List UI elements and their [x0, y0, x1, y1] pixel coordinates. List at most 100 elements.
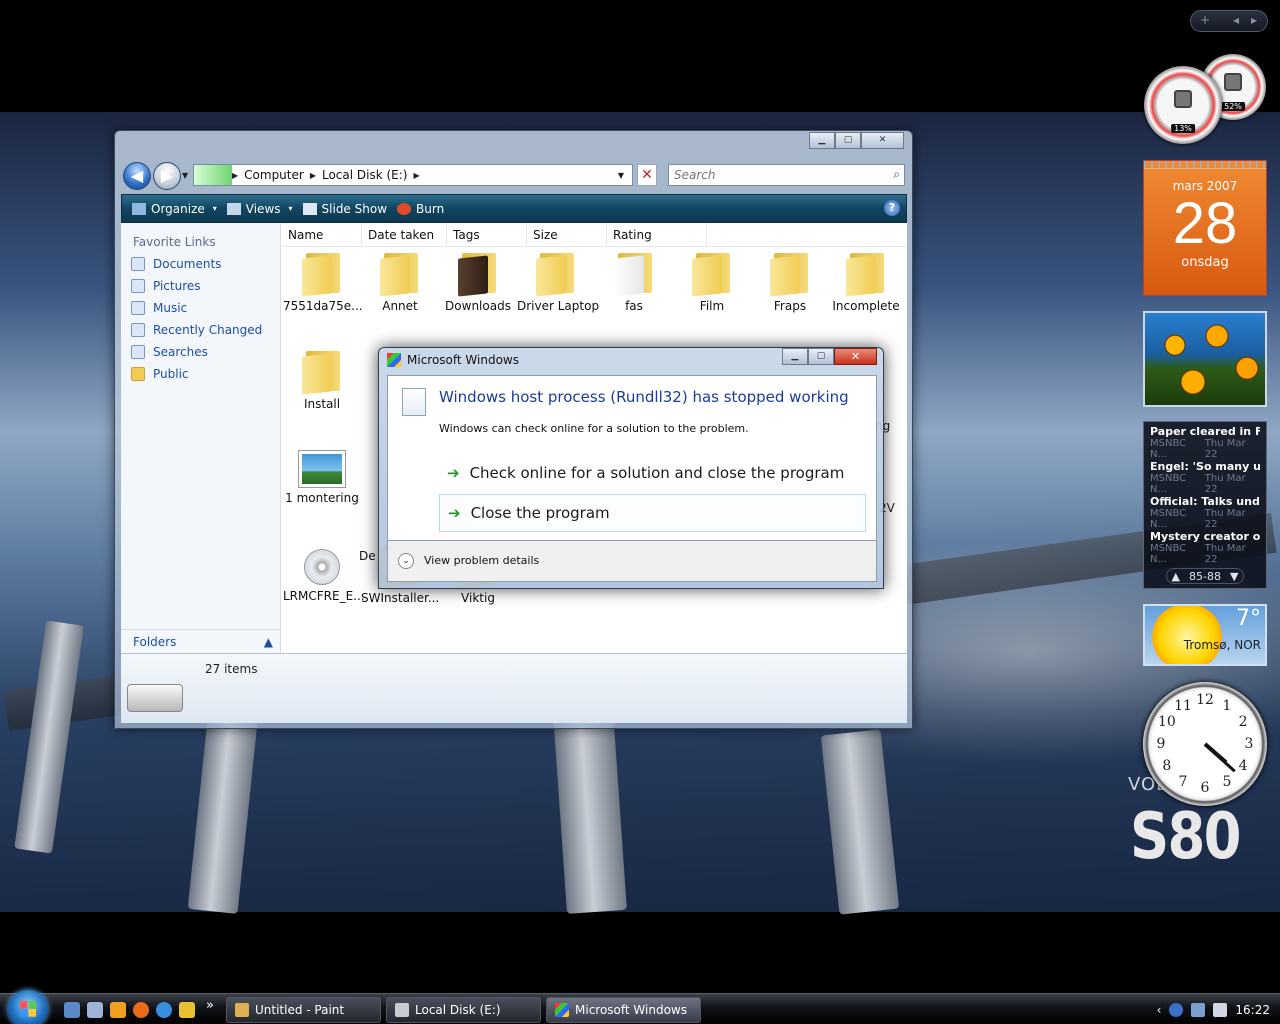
search-icon[interactable]: ⌕ — [893, 167, 900, 182]
breadcrumb-local-disk[interactable]: Local Disk (E:) — [316, 168, 414, 182]
firefox-icon[interactable] — [133, 1002, 149, 1018]
nav-link-label: Pictures — [153, 279, 201, 293]
nav-link-searches[interactable]: Searches — [121, 341, 280, 363]
organize-button[interactable]: Organize ▾ — [132, 202, 217, 216]
folder-icon — [614, 251, 654, 297]
nav-link-recently-changed[interactable]: Recently Changed — [121, 319, 280, 341]
start-button[interactable] — [8, 990, 48, 1024]
internet-explorer-icon[interactable] — [156, 1002, 172, 1018]
expand-chevron-icon[interactable]: ⌄ — [398, 553, 414, 569]
show-desktop-icon[interactable] — [64, 1002, 80, 1018]
minimize-button[interactable]: ▁ — [809, 132, 835, 149]
tray-clock[interactable]: 16:22 — [1235, 1003, 1270, 1017]
close-program-option[interactable]: ➔ Close the program — [439, 494, 866, 532]
hard-drive-icon — [127, 684, 183, 712]
folder-icon — [846, 251, 886, 297]
search-input[interactable] — [669, 165, 869, 185]
breadcrumb-separator-icon[interactable]: ▶ — [413, 171, 419, 180]
back-button[interactable]: ◀ — [123, 162, 151, 190]
news-down-button[interactable]: ▼ — [1230, 570, 1238, 583]
file-tile[interactable]: Install — [283, 349, 361, 411]
show-hidden-icons-icon[interactable]: ‹ — [1157, 1003, 1162, 1017]
views-button[interactable]: Views ▾ — [226, 202, 293, 216]
nav-link-music[interactable]: Music — [121, 297, 280, 319]
clock-number: 12 — [1196, 692, 1214, 708]
column-rating[interactable]: Rating — [607, 223, 707, 247]
nav-link-pictures[interactable]: Pictures — [121, 275, 280, 297]
file-tile[interactable]: Downloads — [439, 251, 517, 313]
folder-icon — [302, 251, 342, 297]
dialog-close-button[interactable]: ✕ — [834, 348, 877, 365]
calendar-gadget[interactable]: mars 2007 28 onsdag — [1143, 160, 1267, 296]
media-player-icon[interactable] — [110, 1002, 126, 1018]
dialog-body: Windows host process (Rundll32) has stop… — [387, 375, 877, 541]
organize-icon — [132, 202, 146, 215]
column-date-taken[interactable]: Date taken — [362, 223, 447, 247]
quicklaunch-more-icon[interactable]: » — [206, 998, 214, 1013]
maximize-button[interactable]: ▢ — [835, 132, 861, 149]
burn-label: Burn — [416, 201, 445, 216]
sidebar-controls: + ◂ ▸ — [1190, 10, 1268, 32]
sidebar-prev-button[interactable]: ◂ — [1233, 13, 1239, 27]
breadcrumb-computer[interactable]: Computer — [238, 168, 310, 182]
favorite-links-title: Favorite Links — [133, 235, 216, 249]
file-tile[interactable]: fas — [595, 251, 673, 313]
nav-link-public[interactable]: Public — [121, 363, 280, 385]
close-button[interactable]: ✕ — [861, 132, 904, 149]
burn-button[interactable]: Burn — [397, 202, 444, 216]
column-tags[interactable]: Tags — [447, 223, 527, 247]
folders-toggle[interactable]: Folders ▲ — [121, 629, 281, 653]
file-tile[interactable]: Film — [673, 251, 751, 313]
task-label: Microsoft Windows — [575, 1003, 687, 1017]
slide-show-button[interactable]: Slide Show — [302, 202, 387, 216]
news-item[interactable]: Paper cleared in Fren... MSNBC N... Thu M… — [1144, 422, 1266, 460]
clock-number: 7 — [1178, 774, 1188, 791]
file-tile[interactable]: 7551da75e... — [283, 251, 363, 313]
recent-pages-dropdown-icon[interactable]: ▼ — [182, 171, 188, 180]
volume-icon[interactable] — [1213, 1002, 1228, 1017]
help-tray-icon[interactable] — [1169, 1002, 1184, 1017]
file-tile[interactable]: Fraps — [751, 251, 829, 313]
column-size[interactable]: Size — [527, 223, 607, 247]
news-item[interactable]: Official: Talks under ... MSNBC N... Thu … — [1144, 492, 1266, 530]
dialog-footer: ⌄ View problem details — [387, 541, 877, 582]
search-box[interactable]: ⌕ — [668, 164, 905, 186]
task-local-disk[interactable]: Local Disk (E:) — [386, 997, 541, 1023]
sidebar-next-button[interactable]: ▸ — [1251, 13, 1257, 27]
dialog-maximize-button[interactable]: ▢ — [808, 348, 834, 365]
add-gadget-button[interactable]: + — [1200, 13, 1210, 27]
nav-link-documents[interactable]: Documents — [121, 253, 280, 275]
address-dropdown-icon[interactable]: ▼ — [618, 171, 624, 180]
forward-button[interactable]: ▶ — [153, 162, 181, 190]
cpu-gauge[interactable]: 13% — [1144, 66, 1222, 144]
column-name[interactable]: Name — [282, 223, 362, 247]
file-tile[interactable]: Annet — [361, 251, 439, 313]
check-online-option[interactable]: ➔ Check online for a solution and close … — [439, 454, 866, 492]
task-paint[interactable]: Untitled - Paint — [226, 997, 381, 1023]
news-item[interactable]: Engel: 'So many ugly... MSNBC N... Thu Ma… — [1144, 457, 1266, 495]
news-item[interactable]: Mystery creator of a... MSNBC N... Thu Ma… — [1144, 527, 1266, 565]
weather-gadget[interactable]: 7° Tromsø, NOR — [1143, 604, 1267, 666]
feed-headlines-gadget[interactable]: Paper cleared in Fren... MSNBC N... Thu M… — [1143, 421, 1267, 589]
error-dialog[interactable]: Microsoft Windows ▁ ▢ ✕ Windows host pro… — [378, 347, 884, 589]
file-tile[interactable]: LRMCFRE_E... — [283, 543, 365, 603]
switch-windows-icon[interactable] — [87, 1002, 103, 1018]
news-source: MSNBC N... — [1150, 438, 1187, 460]
file-tile[interactable]: Driver Laptop — [517, 251, 599, 313]
view-problem-details-link[interactable]: View problem details — [424, 554, 539, 567]
clock-gadget[interactable]: 12 1 2 3 4 5 6 7 8 9 10 11 — [1143, 682, 1267, 806]
help-icon[interactable]: ? — [884, 200, 900, 216]
address-clear-icon[interactable]: ✕ — [637, 164, 657, 186]
dialog-minimize-button[interactable]: ▁ — [782, 348, 808, 365]
winamp-icon[interactable] — [179, 1002, 195, 1018]
network-icon[interactable] — [1191, 1002, 1206, 1017]
slideshow-gadget[interactable] — [1143, 311, 1267, 407]
task-microsoft-windows[interactable]: Microsoft Windows — [546, 997, 701, 1023]
file-name: Downloads — [445, 299, 511, 313]
news-up-button[interactable]: ▲ — [1172, 570, 1180, 583]
dialog-titlebar: Microsoft Windows — [387, 353, 519, 367]
address-bar[interactable]: ▶ Computer ▶ Local Disk (E:) ▶ ▼ — [193, 164, 633, 186]
file-tile[interactable]: 1 montering — [283, 445, 361, 505]
file-tile[interactable]: Incomplete — [827, 251, 905, 313]
clock-number: 4 — [1238, 758, 1248, 774]
